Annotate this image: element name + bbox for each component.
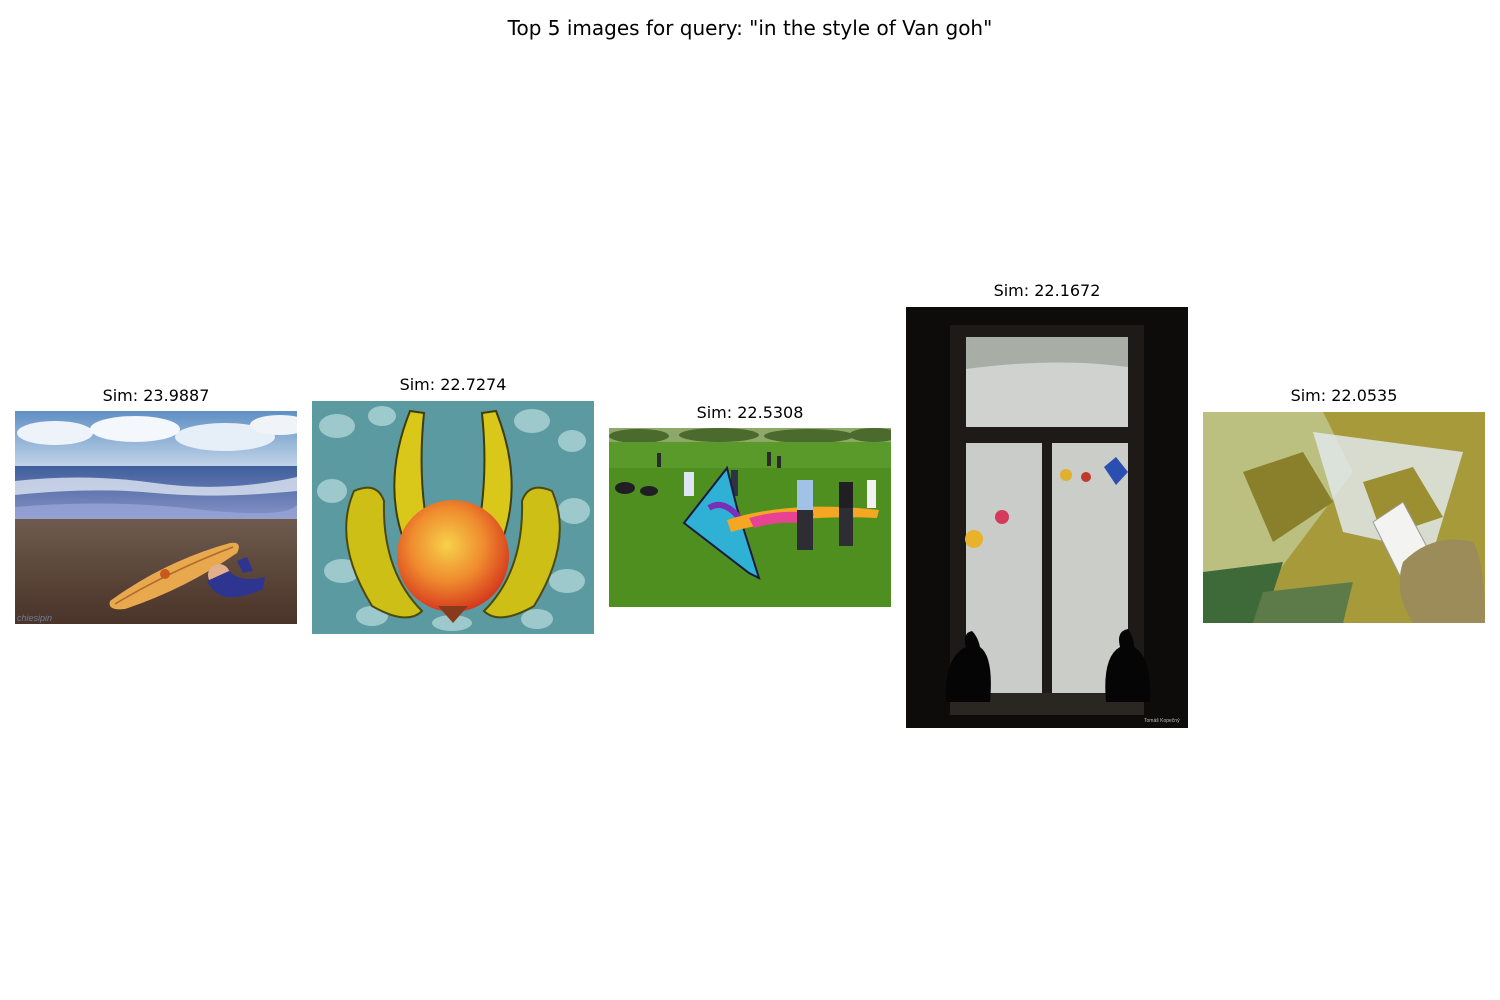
kite-flying-in-park-photo — [609, 428, 891, 607]
result-card-4: Sim: 22.1672 Tomáš Kopečný — [906, 281, 1188, 728]
result-card-3: Sim: 22.5308 — [609, 403, 891, 607]
similarity-caption: Sim: 23.9887 — [102, 386, 210, 405]
result-card-2: Sim: 22.7274 — [312, 375, 594, 634]
bananas-and-pomegranate-photo — [312, 401, 594, 634]
result-card-1: Sim: 23.9887 chiesipin — [15, 386, 297, 624]
result-card-5: Sim: 22.0535 — [1203, 386, 1485, 623]
photo-watermark: Tomáš Kopečný — [1144, 718, 1180, 724]
similarity-caption: Sim: 22.5308 — [696, 403, 804, 422]
photo-watermark: chiesipin — [17, 613, 52, 623]
similarity-caption: Sim: 22.1672 — [993, 281, 1101, 300]
hand-with-remote-projection-photo — [1203, 412, 1485, 623]
surfer-on-beach-photo: chiesipin — [15, 411, 297, 624]
similarity-caption: Sim: 22.0535 — [1290, 386, 1398, 405]
similarity-caption: Sim: 22.7274 — [399, 375, 507, 394]
figure-title: Top 5 images for query: "in the style of… — [507, 16, 993, 40]
cats-at-window-photo: Tomáš Kopečný — [906, 307, 1188, 728]
